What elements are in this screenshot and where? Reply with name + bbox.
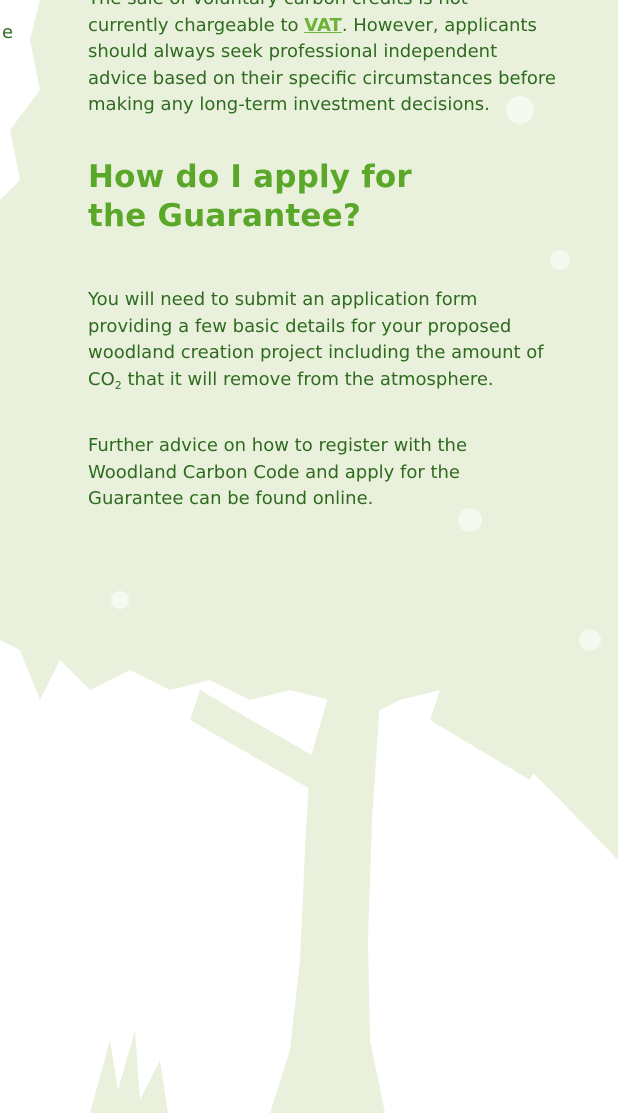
application-paragraph: You will need to submit an application f… xyxy=(88,287,558,393)
tree-branch-left xyxy=(190,690,320,790)
vat-paragraph-suffix: . However, xyxy=(341,14,439,36)
vat-paragraph-prefix: currently chargeable to xyxy=(88,14,305,36)
section-heading-line1: How do I apply for xyxy=(88,159,412,195)
section-heading-line2: the Guarantee? xyxy=(88,198,362,234)
application-paragraph-after: that it will remove from the atmosphere. xyxy=(121,368,494,390)
tree-canopy xyxy=(0,0,618,860)
co2-subscript: 2 xyxy=(114,378,122,392)
grass-tuft xyxy=(90,1030,168,1113)
vat-link[interactable]: VAT xyxy=(304,15,342,36)
canopy-gap xyxy=(579,629,601,651)
canopy-gap xyxy=(111,591,129,609)
vat-paragraph: The sale of voluntary carbon credits is … xyxy=(88,0,558,119)
canopy-gap xyxy=(550,250,570,270)
vat-paragraph-line0: The sale of voluntary carbon credits is … xyxy=(88,0,468,9)
margin-text-fragment: e xyxy=(2,22,14,43)
section-heading: How do I apply for the Guarantee? xyxy=(88,158,558,236)
further-advice-paragraph: Further advice on how to register with t… xyxy=(88,435,468,509)
